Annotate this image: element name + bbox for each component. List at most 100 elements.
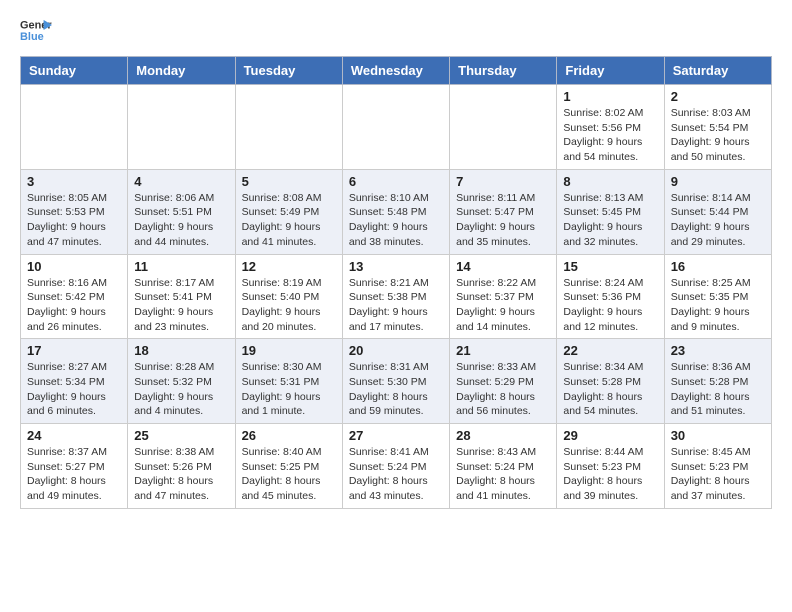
day-info: Sunrise: 8:05 AM Sunset: 5:53 PM Dayligh… <box>27 191 121 250</box>
day-number: 30 <box>671 428 765 443</box>
day-info: Sunrise: 8:19 AM Sunset: 5:40 PM Dayligh… <box>242 276 336 335</box>
day-info: Sunrise: 8:40 AM Sunset: 5:25 PM Dayligh… <box>242 445 336 504</box>
calendar-cell: 12 Sunrise: 8:19 AM Sunset: 5:40 PM Dayli… <box>235 254 342 339</box>
day-number: 17 <box>27 343 121 358</box>
day-info: Sunrise: 8:34 AM Sunset: 5:28 PM Dayligh… <box>563 360 657 419</box>
calendar-cell <box>235 85 342 170</box>
calendar-cell: 28 Sunrise: 8:43 AM Sunset: 5:24 PM Dayli… <box>450 424 557 509</box>
day-number: 18 <box>134 343 228 358</box>
day-number: 21 <box>456 343 550 358</box>
calendar-week-row: 10Sunrise: 8:16 AM Sunset: 5:42 PM Dayli… <box>21 254 772 339</box>
calendar-body: 1Sunrise: 8:02 AM Sunset: 5:56 PM Daylig… <box>21 85 772 509</box>
calendar-cell: 14 Sunrise: 8:22 AM Sunset: 5:37 PM Dayli… <box>450 254 557 339</box>
calendar-cell: 29Sunrise: 8:44 AM Sunset: 5:23 PM Dayli… <box>557 424 664 509</box>
day-number: 10 <box>27 259 121 274</box>
calendar-cell: 6 Sunrise: 8:10 AM Sunset: 5:48 PM Daylig… <box>342 169 449 254</box>
calendar-cell: 25Sunrise: 8:38 AM Sunset: 5:26 PM Dayli… <box>128 424 235 509</box>
day-info: Sunrise: 8:08 AM Sunset: 5:49 PM Dayligh… <box>242 191 336 250</box>
calendar-cell: 9 Sunrise: 8:14 AM Sunset: 5:44 PM Daylig… <box>664 169 771 254</box>
day-of-week-header: Tuesday <box>235 57 342 85</box>
calendar-cell: 15 Sunrise: 8:24 AM Sunset: 5:36 PM Dayli… <box>557 254 664 339</box>
day-of-week-row: SundayMondayTuesdayWednesdayThursdayFrid… <box>21 57 772 85</box>
day-info: Sunrise: 8:45 AM Sunset: 5:23 PM Dayligh… <box>671 445 765 504</box>
day-number: 4 <box>134 174 228 189</box>
day-info: Sunrise: 8:36 AM Sunset: 5:28 PM Dayligh… <box>671 360 765 419</box>
day-number: 26 <box>242 428 336 443</box>
day-info: Sunrise: 8:24 AM Sunset: 5:36 PM Dayligh… <box>563 276 657 335</box>
logo-icon: General Blue <box>20 16 52 44</box>
calendar-cell: 8 Sunrise: 8:13 AM Sunset: 5:45 PM Daylig… <box>557 169 664 254</box>
calendar-cell: 27 Sunrise: 8:41 AM Sunset: 5:24 PM Dayli… <box>342 424 449 509</box>
day-info: Sunrise: 8:33 AM Sunset: 5:29 PM Dayligh… <box>456 360 550 419</box>
day-number: 23 <box>671 343 765 358</box>
calendar-week-row: 24Sunrise: 8:37 AM Sunset: 5:27 PM Dayli… <box>21 424 772 509</box>
day-info: Sunrise: 8:25 AM Sunset: 5:35 PM Dayligh… <box>671 276 765 335</box>
day-of-week-header: Friday <box>557 57 664 85</box>
day-number: 12 <box>242 259 336 274</box>
calendar-cell: 24Sunrise: 8:37 AM Sunset: 5:27 PM Dayli… <box>21 424 128 509</box>
day-number: 13 <box>349 259 443 274</box>
day-number: 9 <box>671 174 765 189</box>
day-number: 28 <box>456 428 550 443</box>
day-number: 7 <box>456 174 550 189</box>
day-number: 22 <box>563 343 657 358</box>
day-info: Sunrise: 8:21 AM Sunset: 5:38 PM Dayligh… <box>349 276 443 335</box>
day-number: 8 <box>563 174 657 189</box>
day-of-week-header: Saturday <box>664 57 771 85</box>
calendar: SundayMondayTuesdayWednesdayThursdayFrid… <box>20 56 772 509</box>
day-number: 15 <box>563 259 657 274</box>
calendar-week-row: 1Sunrise: 8:02 AM Sunset: 5:56 PM Daylig… <box>21 85 772 170</box>
day-of-week-header: Sunday <box>21 57 128 85</box>
calendar-cell: 17 Sunrise: 8:27 AM Sunset: 5:34 PM Dayli… <box>21 339 128 424</box>
day-info: Sunrise: 8:31 AM Sunset: 5:30 PM Dayligh… <box>349 360 443 419</box>
page: General Blue SundayMondayTuesdayWednesda… <box>0 0 792 525</box>
calendar-cell: 2 Sunrise: 8:03 AM Sunset: 5:54 PM Daylig… <box>664 85 771 170</box>
day-info: Sunrise: 8:43 AM Sunset: 5:24 PM Dayligh… <box>456 445 550 504</box>
calendar-cell: 30 Sunrise: 8:45 AM Sunset: 5:23 PM Dayli… <box>664 424 771 509</box>
day-of-week-header: Thursday <box>450 57 557 85</box>
day-number: 5 <box>242 174 336 189</box>
calendar-cell: 18 Sunrise: 8:28 AM Sunset: 5:32 PM Dayli… <box>128 339 235 424</box>
calendar-cell <box>21 85 128 170</box>
day-info: Sunrise: 8:14 AM Sunset: 5:44 PM Dayligh… <box>671 191 765 250</box>
day-info: Sunrise: 8:37 AM Sunset: 5:27 PM Dayligh… <box>27 445 121 504</box>
day-info: Sunrise: 8:30 AM Sunset: 5:31 PM Dayligh… <box>242 360 336 419</box>
day-info: Sunrise: 8:06 AM Sunset: 5:51 PM Dayligh… <box>134 191 228 250</box>
day-of-week-header: Monday <box>128 57 235 85</box>
calendar-cell: 26 Sunrise: 8:40 AM Sunset: 5:25 PM Dayli… <box>235 424 342 509</box>
day-info: Sunrise: 8:10 AM Sunset: 5:48 PM Dayligh… <box>349 191 443 250</box>
day-info: Sunrise: 8:03 AM Sunset: 5:54 PM Dayligh… <box>671 106 765 165</box>
day-number: 3 <box>27 174 121 189</box>
day-info: Sunrise: 8:28 AM Sunset: 5:32 PM Dayligh… <box>134 360 228 419</box>
day-number: 25 <box>134 428 228 443</box>
day-number: 2 <box>671 89 765 104</box>
day-info: Sunrise: 8:11 AM Sunset: 5:47 PM Dayligh… <box>456 191 550 250</box>
day-info: Sunrise: 8:27 AM Sunset: 5:34 PM Dayligh… <box>27 360 121 419</box>
calendar-cell: 19 Sunrise: 8:30 AM Sunset: 5:31 PM Dayli… <box>235 339 342 424</box>
calendar-cell: 4 Sunrise: 8:06 AM Sunset: 5:51 PM Daylig… <box>128 169 235 254</box>
calendar-cell: 3 Sunrise: 8:05 AM Sunset: 5:53 PM Daylig… <box>21 169 128 254</box>
calendar-cell: 13 Sunrise: 8:21 AM Sunset: 5:38 PM Dayli… <box>342 254 449 339</box>
header: General Blue <box>20 16 772 44</box>
day-number: 6 <box>349 174 443 189</box>
calendar-cell <box>450 85 557 170</box>
day-info: Sunrise: 8:41 AM Sunset: 5:24 PM Dayligh… <box>349 445 443 504</box>
day-number: 11 <box>134 259 228 274</box>
day-number: 14 <box>456 259 550 274</box>
day-number: 16 <box>671 259 765 274</box>
calendar-cell <box>342 85 449 170</box>
day-number: 27 <box>349 428 443 443</box>
calendar-week-row: 3 Sunrise: 8:05 AM Sunset: 5:53 PM Daylig… <box>21 169 772 254</box>
calendar-cell: 16 Sunrise: 8:25 AM Sunset: 5:35 PM Dayli… <box>664 254 771 339</box>
calendar-cell <box>128 85 235 170</box>
day-number: 29 <box>563 428 657 443</box>
day-of-week-header: Wednesday <box>342 57 449 85</box>
calendar-cell: 1Sunrise: 8:02 AM Sunset: 5:56 PM Daylig… <box>557 85 664 170</box>
day-number: 19 <box>242 343 336 358</box>
calendar-cell: 7 Sunrise: 8:11 AM Sunset: 5:47 PM Daylig… <box>450 169 557 254</box>
logo: General Blue <box>20 16 52 44</box>
day-info: Sunrise: 8:22 AM Sunset: 5:37 PM Dayligh… <box>456 276 550 335</box>
day-info: Sunrise: 8:13 AM Sunset: 5:45 PM Dayligh… <box>563 191 657 250</box>
day-number: 1 <box>563 89 657 104</box>
calendar-cell: 5 Sunrise: 8:08 AM Sunset: 5:49 PM Daylig… <box>235 169 342 254</box>
